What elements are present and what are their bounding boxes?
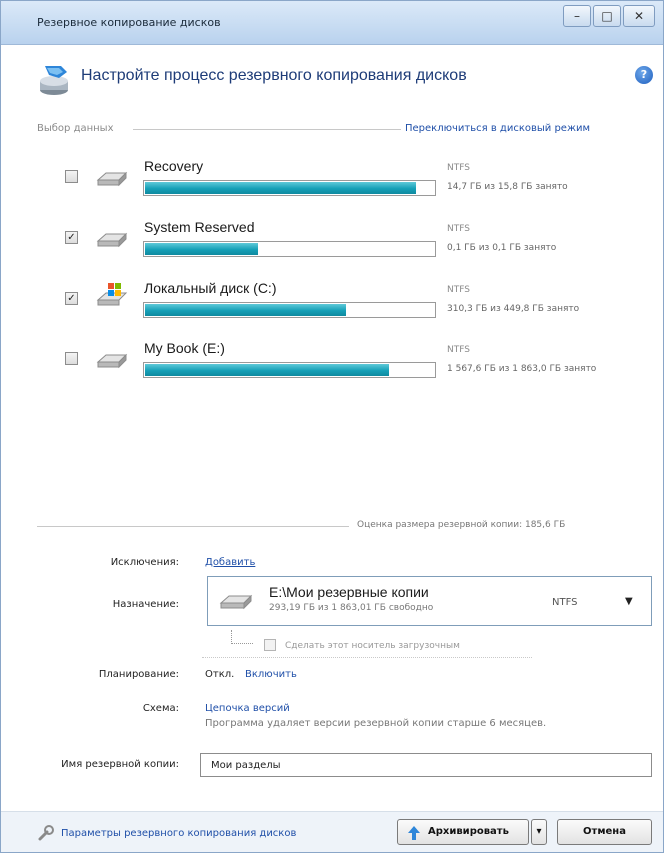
schedule-value: Откл. xyxy=(205,669,235,680)
destination-filesystem: NTFS xyxy=(552,597,578,608)
divider xyxy=(37,526,349,527)
archive-button[interactable]: Архивировать xyxy=(397,819,529,845)
disk-row[interactable]: Recovery NTFS 14,7 ГБ из 15,8 ГБ занято xyxy=(1,158,663,213)
usage-fill xyxy=(145,243,259,255)
switch-disk-mode-link[interactable]: Переключиться в дисковый режим xyxy=(405,123,590,134)
disk-checkbox[interactable]: ✓ xyxy=(65,292,78,305)
disk-name: Recovery xyxy=(144,158,204,174)
usage-fill xyxy=(145,364,390,376)
disk-usage-bar xyxy=(143,362,436,378)
backup-name-input[interactable]: Мои разделы xyxy=(200,753,652,777)
disk-usage-text: 1 567,6 ГБ из 1 863,0 ГБ занято xyxy=(447,364,597,374)
disk-row[interactable]: ✓ System Reserved NTFS 0,1 ГБ из 0,1 ГБ зан… xyxy=(1,219,663,274)
disk-usage-text: 14,7 ГБ из 15,8 ГБ занято xyxy=(447,182,568,192)
hard-drive-icon xyxy=(96,227,128,253)
disk-usage-text: 310,3 ГБ из 449,8 ГБ занято xyxy=(447,304,580,314)
wrench-icon xyxy=(38,825,54,841)
backup-size-estimate: Оценка размера резервной копии: 185,6 ГБ xyxy=(357,520,566,530)
disk-usage-bar xyxy=(143,302,436,318)
usage-fill xyxy=(145,304,346,316)
backup-settings-link[interactable]: Параметры резервного копирования дисков xyxy=(61,828,296,839)
hard-drive-icon xyxy=(96,348,128,374)
disk-name: My Book (E:) xyxy=(144,340,225,356)
destination-path: E:\Мои резервные копии xyxy=(269,584,429,600)
hard-drive-icon xyxy=(96,166,128,192)
disk-usage-bar xyxy=(143,241,436,257)
destination-free-space: 293,19 ГБ из 1 863,01 ГБ свободно xyxy=(269,603,434,613)
disk-checkbox[interactable] xyxy=(65,170,78,183)
close-button[interactable]: ✕ xyxy=(623,5,655,27)
schedule-label: Планирование: xyxy=(98,669,179,680)
bootable-media-label: Сделать этот носитель загрузочным xyxy=(285,641,460,651)
divider xyxy=(202,657,532,658)
data-selection-label: Выбор данных xyxy=(37,123,114,134)
maximize-button[interactable]: □ xyxy=(593,5,621,27)
disk-name: Локальный диск (C:) xyxy=(144,280,277,296)
hard-drive-icon xyxy=(219,594,253,610)
add-exclusion-link[interactable]: Добавить xyxy=(205,557,255,568)
usage-fill xyxy=(145,182,416,194)
disk-row[interactable]: My Book (E:) NTFS 1 567,6 ГБ из 1 863,0 ГБ… xyxy=(1,340,663,395)
disk-usage-text: 0,1 ГБ из 0,1 ГБ занято xyxy=(447,243,557,253)
enable-schedule-link[interactable]: Включить xyxy=(245,669,297,680)
bootable-media-checkbox[interactable] xyxy=(264,639,276,651)
window-title: Резервное копирование дисков xyxy=(37,16,221,29)
minimize-button[interactable]: – xyxy=(563,5,591,27)
archive-options-dropdown[interactable]: ▾ xyxy=(531,819,547,845)
divider xyxy=(133,129,401,130)
backup-wizard-icon xyxy=(40,66,68,95)
windows-drive-icon xyxy=(96,282,128,308)
disk-filesystem: NTFS xyxy=(447,163,470,173)
page-title: Настройте процесс резервного копирования… xyxy=(81,67,467,84)
help-icon[interactable]: ? xyxy=(635,66,653,84)
connector-line xyxy=(231,630,253,644)
disk-usage-bar xyxy=(143,180,436,196)
scheme-link[interactable]: Цепочка версий xyxy=(205,703,290,714)
disk-filesystem: NTFS xyxy=(447,285,470,295)
destination-label: Назначение: xyxy=(112,599,179,610)
disk-name: System Reserved xyxy=(144,219,255,235)
scheme-label: Схема: xyxy=(142,703,179,714)
archive-label: Архивировать xyxy=(428,826,509,837)
disk-checkbox[interactable] xyxy=(65,352,78,365)
disk-row[interactable]: ✓ Локальный диск (C:) NTFS 310,3 ГБ из 449,… xyxy=(1,280,663,335)
cancel-button[interactable]: Отмена xyxy=(557,819,652,845)
archive-icon xyxy=(408,826,420,840)
disk-filesystem: NTFS xyxy=(447,224,470,234)
scheme-description: Программа удаляет версии резервной копии… xyxy=(205,718,547,729)
backup-name-label: Имя резервной копии: xyxy=(61,759,179,770)
backup-window: Резервное копирование дисков – □ ✕ Настр… xyxy=(0,0,664,853)
exclusions-label: Исключения: xyxy=(110,557,179,568)
chevron-down-icon[interactable]: ▼ xyxy=(625,596,633,607)
disk-checkbox[interactable]: ✓ xyxy=(65,231,78,244)
disk-filesystem: NTFS xyxy=(447,345,470,355)
title-bar[interactable]: Резервное копирование дисков – □ ✕ xyxy=(1,1,663,45)
